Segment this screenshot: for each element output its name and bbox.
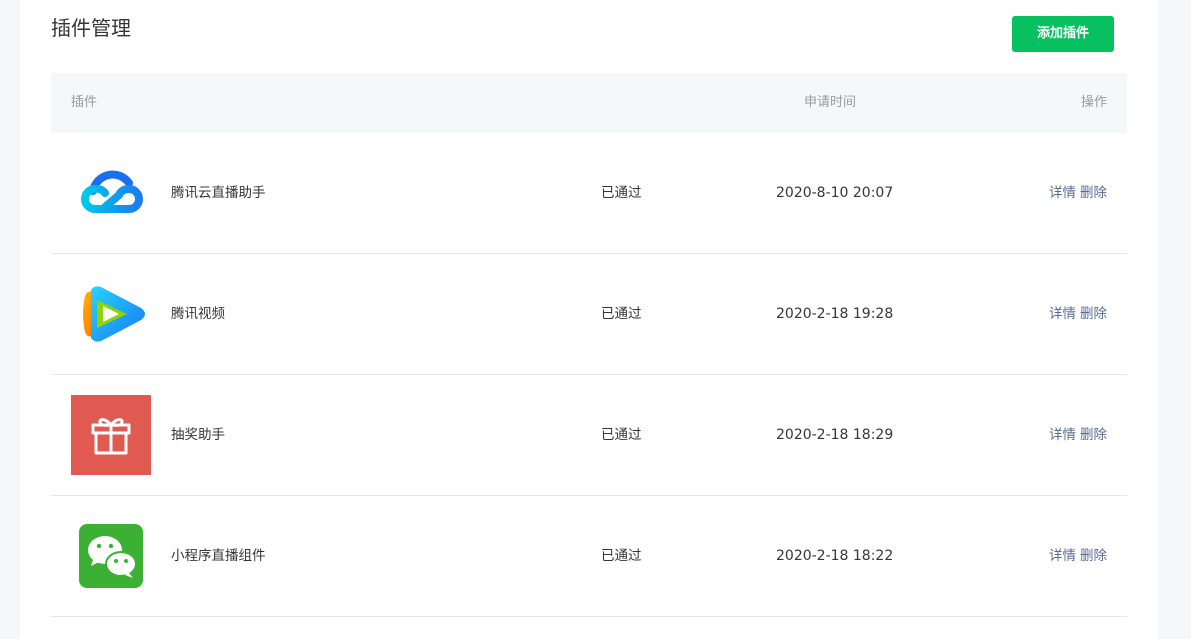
status-text: 已通过 xyxy=(601,306,642,322)
row-actions: 详情 删除 xyxy=(1049,133,1107,253)
plugin-name: 抽奖助手 xyxy=(171,427,225,443)
plugin-name: 腾讯云直播助手 xyxy=(171,185,266,201)
plugin-name: 腾讯视频 xyxy=(171,306,225,322)
status-text: 已通过 xyxy=(601,427,642,443)
table-row: 小程序直播组件 已通过 2020-2-18 18:22 详情 删除 xyxy=(51,496,1127,617)
detail-link[interactable]: 详情 xyxy=(1049,185,1076,201)
plugin-name: 小程序直播组件 xyxy=(171,548,266,564)
detail-link[interactable]: 详情 xyxy=(1049,306,1076,322)
column-header-plugin: 插件 xyxy=(71,95,98,110)
plugin-management-panel: 插件管理 添加插件 插件 申请时间 操作 腾讯云直播助手 已通过 2020-8-… xyxy=(20,0,1158,639)
apply-time: 2020-2-18 18:29 xyxy=(776,427,894,443)
status-text: 已通过 xyxy=(601,185,642,201)
page-title: 插件管理 xyxy=(51,16,131,40)
delete-link[interactable]: 删除 xyxy=(1080,185,1107,201)
plugin-table: 插件 申请时间 操作 腾讯云直播助手 已通过 2020-8-10 20:07 详… xyxy=(51,73,1127,617)
detail-link[interactable]: 详情 xyxy=(1049,427,1076,443)
table-header: 插件 申请时间 操作 xyxy=(51,73,1127,133)
row-actions: 详情 删除 xyxy=(1049,375,1107,495)
apply-time: 2020-2-18 18:22 xyxy=(776,548,894,564)
row-actions: 详情 删除 xyxy=(1049,254,1107,374)
row-actions: 详情 删除 xyxy=(1049,496,1107,616)
apply-time: 2020-2-18 19:28 xyxy=(776,306,894,322)
delete-link[interactable]: 删除 xyxy=(1080,548,1107,564)
wechat-logo-icon xyxy=(71,516,151,596)
add-plugin-button[interactable]: 添加插件 xyxy=(1012,16,1114,52)
tencent-video-logo-icon xyxy=(71,274,151,354)
table-row: 腾讯云直播助手 已通过 2020-8-10 20:07 详情 删除 xyxy=(51,133,1127,254)
table-row: 腾讯视频 已通过 2020-2-18 19:28 详情 删除 xyxy=(51,254,1127,375)
detail-link[interactable]: 详情 xyxy=(1049,548,1076,564)
tencent-cloud-logo-icon xyxy=(71,153,151,233)
gift-icon xyxy=(71,395,151,475)
delete-link[interactable]: 删除 xyxy=(1080,427,1107,443)
status-text: 已通过 xyxy=(601,548,642,564)
column-header-action: 操作 xyxy=(1080,95,1107,110)
table-row: 抽奖助手 已通过 2020-2-18 18:29 详情 删除 xyxy=(51,375,1127,496)
delete-link[interactable]: 删除 xyxy=(1080,306,1107,322)
apply-time: 2020-8-10 20:07 xyxy=(776,185,894,201)
column-header-time: 申请时间 xyxy=(804,95,857,110)
